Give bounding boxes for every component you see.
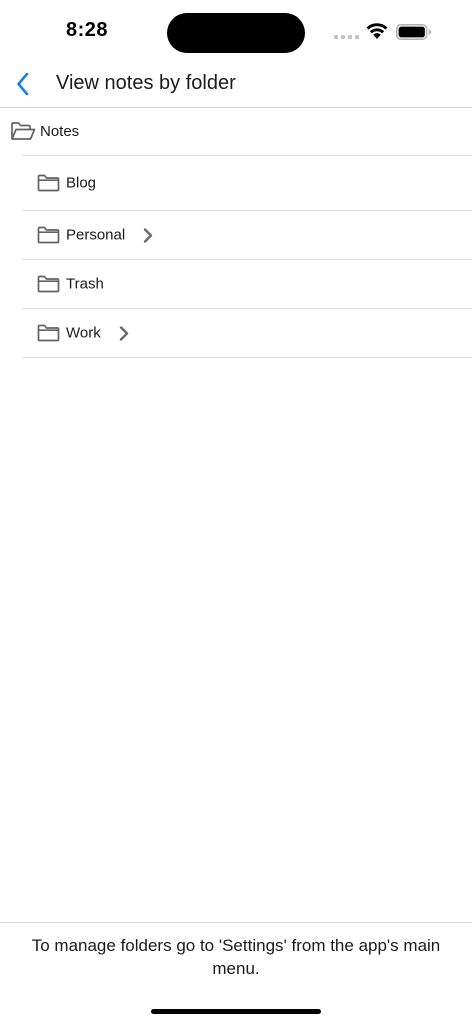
root-folder-label: Notes (40, 123, 80, 140)
folder-icon (37, 174, 60, 192)
status-time: 8:28 (66, 19, 109, 41)
wifi-icon (366, 23, 388, 39)
root-folder-notes[interactable]: Notes (0, 108, 472, 155)
folder-item-work[interactable]: Work (22, 309, 472, 358)
folder-icon (37, 275, 60, 293)
cellular-signal-icon (334, 35, 359, 39)
footer-hint-text: To manage folders go to 'Settings' from … (31, 936, 441, 978)
home-indicator[interactable] (151, 1009, 321, 1014)
folder-icon (37, 226, 60, 244)
folder-label: Trash (66, 275, 104, 293)
navigation-bar: View notes by folder (0, 64, 472, 108)
folder-item-personal[interactable]: Personal (22, 211, 472, 260)
battery-icon (396, 24, 431, 40)
chevron-right-icon[interactable] (119, 325, 129, 341)
dynamic-island (167, 13, 305, 53)
chevron-right-icon[interactable] (143, 227, 153, 243)
status-bar: 8:28 (0, 0, 472, 64)
folder-item-trash[interactable]: Trash (22, 260, 472, 309)
chevron-left-icon (17, 72, 29, 96)
folder-icon (37, 324, 60, 342)
folder-label: Blog (66, 174, 97, 192)
folder-label: Work (66, 324, 101, 342)
folder-label: Personal (66, 226, 126, 244)
back-button[interactable] (8, 68, 38, 100)
folder-list: Blog Personal Trash Work (22, 156, 472, 358)
folder-item-blog[interactable]: Blog (22, 156, 472, 211)
page-title: View notes by folder (56, 72, 236, 94)
folder-open-icon (11, 122, 36, 140)
